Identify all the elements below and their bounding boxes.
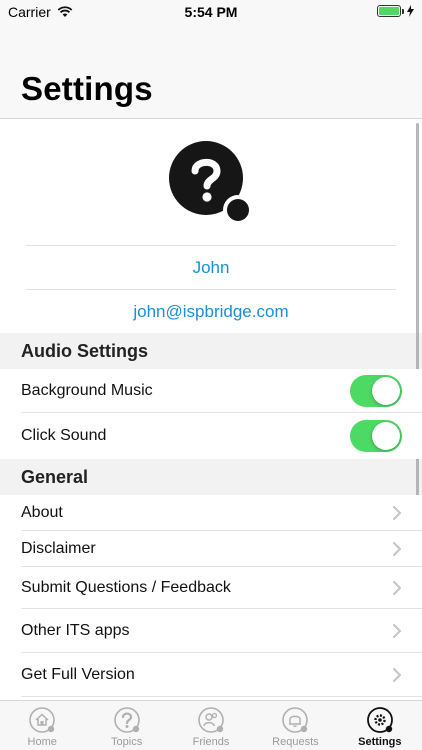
tab-home[interactable]: Home <box>0 701 84 750</box>
click-sound-label: Click Sound <box>21 427 107 444</box>
avatar-section <box>0 119 422 245</box>
avatar[interactable] <box>169 141 253 225</box>
chevron-right-icon <box>393 624 401 638</box>
section-header-audio: Audio Settings <box>0 333 422 369</box>
question-icon <box>113 707 140 733</box>
profile-name[interactable]: John <box>26 245 396 289</box>
click-sound-row: Click Sound <box>0 413 422 459</box>
bolt-icon <box>407 5 414 17</box>
question-avatar-icon <box>169 141 253 225</box>
other-apps-label: Other ITS apps <box>21 622 130 639</box>
profile-email[interactable]: john@ispbridge.com <box>26 289 396 333</box>
chevron-right-icon <box>393 506 401 520</box>
status-bar: Carrier 5:54 PM <box>0 0 422 24</box>
tab-bar: Home Topics Friends Requests Settings <box>0 700 422 750</box>
tab-topics-label: Topics <box>111 736 143 748</box>
general-item-feedback[interactable]: Submit Questions / Feedback <box>0 567 422 609</box>
tab-topics[interactable]: Topics <box>84 701 168 750</box>
chevron-right-icon <box>393 668 401 682</box>
battery-indicator <box>377 5 414 17</box>
battery-icon <box>377 5 401 17</box>
settings-content[interactable]: John john@ispbridge.com Audio Settings B… <box>0 119 422 700</box>
general-item-full-version[interactable]: Get Full Version <box>0 653 422 697</box>
feedback-label: Submit Questions / Feedback <box>21 579 231 596</box>
gear-icon <box>366 707 393 733</box>
bell-icon <box>282 707 309 733</box>
tab-settings[interactable]: Settings <box>338 701 422 750</box>
full-version-label: Get Full Version <box>21 666 135 683</box>
navigation-header: Settings <box>0 24 422 119</box>
friends-icon <box>198 707 224 733</box>
general-item-disclaimer[interactable]: Disclaimer <box>0 531 422 567</box>
disclaimer-label: Disclaimer <box>21 540 96 557</box>
general-item-other-apps[interactable]: Other ITS apps <box>0 609 422 653</box>
tab-settings-label: Settings <box>358 736 402 748</box>
chevron-right-icon <box>393 581 401 595</box>
tab-friends[interactable]: Friends <box>169 701 253 750</box>
background-music-row: Background Music <box>0 369 422 413</box>
tab-home-label: Home <box>27 736 57 748</box>
click-sound-toggle[interactable] <box>350 420 402 452</box>
background-music-label: Background Music <box>21 382 153 399</box>
tab-friends-label: Friends <box>192 736 230 748</box>
background-music-toggle[interactable] <box>350 375 402 407</box>
home-icon <box>29 707 56 733</box>
tab-requests[interactable]: Requests <box>253 701 337 750</box>
section-header-general: General <box>0 459 422 495</box>
tab-requests-label: Requests <box>272 736 319 748</box>
general-item-about[interactable]: About <box>0 495 422 531</box>
about-label: About <box>21 504 63 521</box>
status-time: 5:54 PM <box>184 4 238 20</box>
page-title: Settings <box>21 70 153 107</box>
chevron-right-icon <box>393 542 401 556</box>
